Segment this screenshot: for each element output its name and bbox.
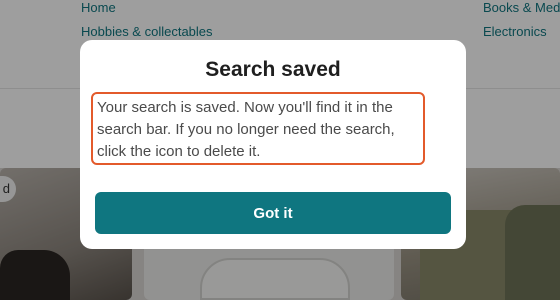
- search-saved-dialog: Search saved Your search is saved. Now y…: [80, 40, 466, 249]
- got-it-button[interactable]: Got it: [95, 192, 451, 234]
- dialog-title: Search saved: [205, 58, 341, 81]
- dialog-message: Your search is saved. Now you'll find it…: [91, 92, 425, 165]
